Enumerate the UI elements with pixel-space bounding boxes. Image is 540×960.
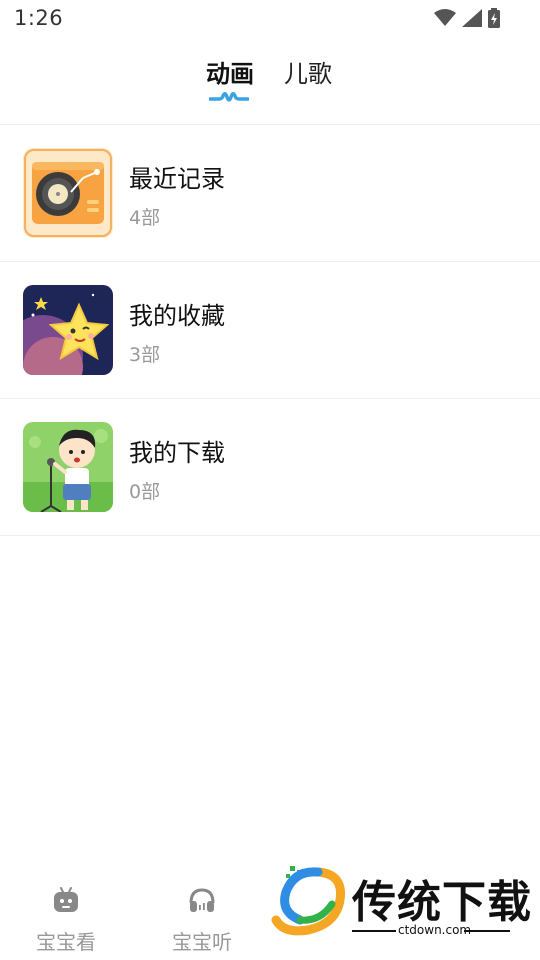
wifi-icon	[434, 9, 456, 26]
watermark-divider	[464, 930, 510, 932]
item-count: 4部	[129, 207, 161, 229]
watermark: 传统下载 ctdown.com	[266, 862, 531, 944]
headphones-icon	[189, 888, 215, 912]
watermark-text: 传统下载	[352, 877, 532, 928]
item-count: 0部	[129, 481, 161, 503]
robot-icon	[54, 887, 78, 912]
top-tabs: 动画 儿歌	[0, 50, 540, 112]
list-item-recent[interactable]: 最近记录 4部	[0, 125, 540, 262]
item-title: 我的收藏	[129, 302, 225, 330]
tab-animation[interactable]: 动画	[206, 54, 254, 89]
battery-icon	[488, 8, 500, 28]
singing-boy-thumbnail	[23, 422, 113, 512]
watermark-url: ctdown.com	[398, 923, 472, 937]
record-player-thumbnail	[23, 148, 113, 238]
list-item-downloads[interactable]: 我的下载 0部	[0, 399, 540, 536]
nav-item-listen[interactable]: 宝宝听	[142, 880, 262, 960]
nav-item-watch[interactable]: 宝宝看	[6, 880, 126, 960]
library-list: 最近记录 4部 我的收藏 3部 我的下载 0部	[0, 125, 540, 536]
signal-icon	[462, 9, 482, 27]
status-bar: 1:26	[0, 0, 540, 38]
item-count: 3部	[129, 344, 161, 366]
nav-label: 宝宝听	[172, 930, 232, 954]
tab-songs[interactable]: 儿歌	[284, 54, 332, 89]
status-time: 1:26	[14, 6, 64, 30]
star-character-thumbnail	[23, 285, 113, 375]
watermark-divider	[352, 930, 396, 932]
status-icons	[434, 8, 500, 28]
list-item-favorites[interactable]: 我的收藏 3部	[0, 262, 540, 399]
item-title: 我的下载	[129, 439, 225, 467]
item-title: 最近记录	[129, 165, 225, 193]
nav-label: 宝宝看	[36, 930, 96, 954]
watermark-logo-icon	[271, 866, 346, 936]
active-tab-indicator	[209, 92, 249, 102]
